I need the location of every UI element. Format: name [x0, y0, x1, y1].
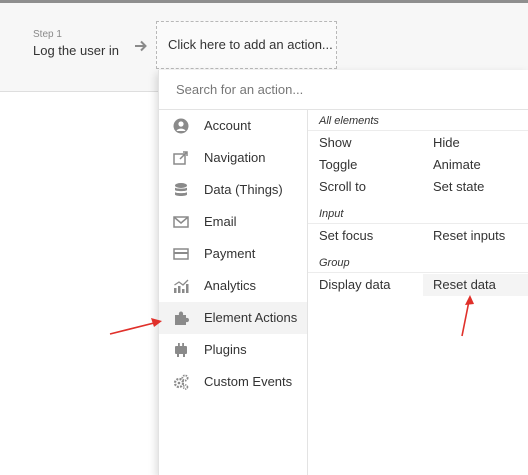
analytics-icon [174, 279, 189, 293]
navigation-icon [173, 151, 188, 165]
puzzle-icon [175, 311, 189, 325]
arrow-right-icon [135, 40, 147, 52]
category-analytics[interactable]: Analytics [159, 270, 307, 302]
category-label: Plugins [204, 342, 247, 357]
section-header-input: Input [319, 208, 344, 220]
plugin-icon [175, 343, 187, 357]
category-data-things[interactable]: Data (Things) [159, 174, 307, 206]
action-set-focus[interactable]: Set focus [319, 225, 419, 247]
category-account[interactable]: Account [159, 110, 307, 142]
database-icon [175, 183, 187, 196]
action-set-state[interactable]: Set state [433, 176, 528, 198]
search-action-input[interactable] [174, 81, 518, 98]
add-action-button[interactable]: Click here to add an action... [156, 21, 337, 69]
category-plugins[interactable]: Plugins [159, 334, 307, 366]
category-label: Account [204, 118, 251, 133]
search-bar [159, 70, 528, 110]
action-list: All elements Show Hide Toggle Animate Sc… [308, 110, 528, 475]
account-icon [173, 118, 189, 134]
divider [308, 223, 528, 224]
category-element-actions[interactable]: Element Actions [159, 302, 307, 334]
action-reset-data[interactable]: Reset data [423, 274, 528, 296]
category-label: Data (Things) [204, 182, 283, 197]
action-display-data[interactable]: Display data [319, 274, 419, 296]
category-custom-events[interactable]: Custom Events [159, 366, 307, 398]
category-label: Navigation [204, 150, 266, 165]
action-picker-dropdown: Account Navigation Data (Things) Email P… [158, 70, 528, 475]
action-scroll-to[interactable]: Scroll to [319, 176, 419, 198]
action-reset-inputs[interactable]: Reset inputs [433, 225, 528, 247]
credit-card-icon [173, 248, 189, 260]
category-email[interactable]: Email [159, 206, 307, 238]
category-label: Element Actions [204, 310, 298, 325]
category-label: Payment [204, 246, 256, 261]
category-label: Email [204, 214, 237, 229]
category-navigation[interactable]: Navigation [159, 142, 307, 174]
category-payment[interactable]: Payment [159, 238, 307, 270]
section-header-all-elements: All elements [319, 115, 379, 127]
gears-icon [173, 374, 189, 390]
action-toggle[interactable]: Toggle [319, 154, 419, 176]
category-label: Analytics [204, 278, 257, 293]
category-label: Custom Events [204, 374, 293, 389]
divider [308, 130, 528, 131]
category-list: Account Navigation Data (Things) Email P… [159, 110, 307, 475]
step-title[interactable]: Log the user in [33, 43, 119, 58]
section-header-group: Group [319, 257, 350, 269]
action-show[interactable]: Show [319, 132, 419, 154]
divider [308, 272, 528, 273]
action-hide[interactable]: Hide [433, 132, 528, 154]
action-animate[interactable]: Animate [433, 154, 528, 176]
email-icon [173, 216, 189, 228]
step-caption: Step 1 [33, 29, 62, 40]
